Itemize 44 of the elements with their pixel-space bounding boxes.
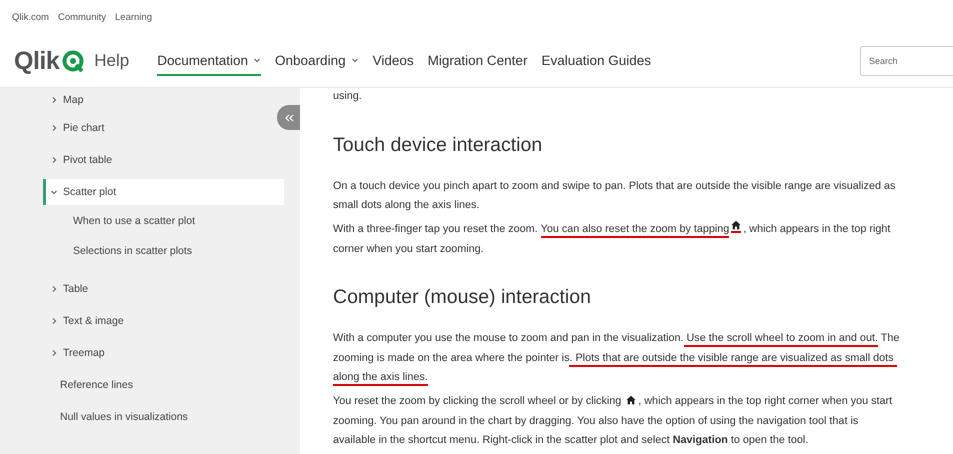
sidebar-item[interactable]: Null values in visualizations xyxy=(0,401,275,433)
paragraph-text: You reset the zoom by clicking the scroll wheel or by clicking xyxy=(333,395,622,408)
paragraph-text: zooming is made on the area where the pointer is xyxy=(333,352,570,364)
nav-link[interactable]: Evaluation Guides xyxy=(541,46,652,76)
logo-icon xyxy=(62,50,84,72)
paragraph-text: along the axis lines. xyxy=(333,371,428,386)
sidebar-item[interactable]: When to use a scatter plot xyxy=(0,206,275,236)
sidebar-item[interactable]: Treemap xyxy=(0,337,275,369)
sidebar-item[interactable]: Map xyxy=(0,88,275,112)
paragraph-text: On a touch device you pinch apart to zoom and swipe to pan. Plots that are outside the visible range are visualized as xyxy=(333,180,896,192)
paragraph-text: corner when you start zooming. xyxy=(333,242,484,256)
paragraph-text: With a computer you use the mouse to zoom and pan in the visualization. xyxy=(333,332,684,345)
nav-link[interactable]: Videos xyxy=(372,46,414,76)
paragraph-text: , which appears in the top right xyxy=(743,223,892,236)
paragraph-text: available in the shortcut menu. Right-click in the scatter plot and select Navigation to open the tool. xyxy=(333,434,808,447)
sidebar-item[interactable]: Reference lines xyxy=(0,369,275,401)
section-heading: Touch device interaction xyxy=(333,134,544,156)
paragraph-text: . Plots that are outside the visible range are visualized as small dots xyxy=(569,352,897,366)
nav-link[interactable]: Migration Center xyxy=(428,46,528,76)
paragraph-text: With a three-finger tap you reset the zoom. xyxy=(333,223,539,236)
paragraph-text: using. xyxy=(333,90,362,103)
search-field[interactable]: Search xyxy=(860,46,953,76)
paragraph-text: You can also reset the zoom by tapping xyxy=(540,223,730,238)
sidebar-item[interactable]: Selections in scatter plots xyxy=(0,236,275,266)
top-link[interactable]: Learning xyxy=(115,12,152,23)
paragraph-text: The xyxy=(880,332,900,345)
nav-link[interactable]: Documentation xyxy=(157,46,262,76)
paragraph-text: , which appears in the top right corner when you start xyxy=(638,395,894,408)
paragraph-text: small dots along the axis lines. xyxy=(333,199,480,212)
top-link[interactable]: Qlik.com xyxy=(12,12,49,23)
sidebar-item[interactable]: Pie chart xyxy=(0,112,275,144)
brand-name: Qlik xyxy=(14,46,60,76)
section-heading: Computer (mouse) interaction xyxy=(333,286,592,308)
sidebar-item[interactable]: Pivot table xyxy=(0,144,275,176)
sidebar-item[interactable]: Text & image xyxy=(0,305,275,337)
collapse-button[interactable] xyxy=(277,105,300,130)
top-link[interactable]: Community xyxy=(58,12,106,23)
sidebar-item[interactable]: Scatter plot xyxy=(43,179,284,205)
double-chevron-left-icon xyxy=(284,114,294,122)
paragraph-text: zooming. You pan around in the chart by dragging. You also have the option of using the navigation tool that is xyxy=(333,414,860,428)
sidebar-item[interactable]: Table xyxy=(0,273,275,305)
site-title: Help xyxy=(94,51,130,71)
nav-link[interactable]: Onboarding xyxy=(275,46,359,76)
paragraph-text: Use the scroll wheel to zoom in and out. xyxy=(684,332,878,347)
